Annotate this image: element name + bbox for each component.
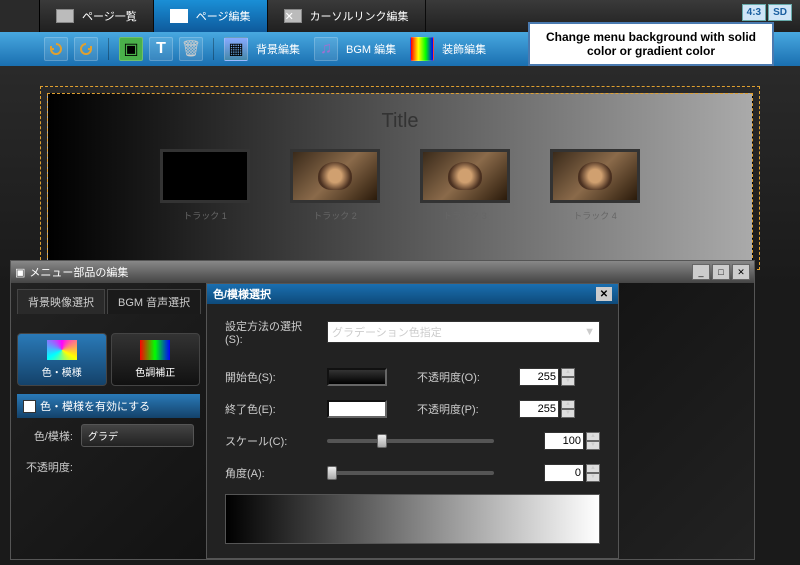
angle-down[interactable]: ▼: [586, 473, 600, 482]
cursor-link-icon: ✕: [284, 9, 302, 23]
safe-frame-outer: Title トラック 1 トラック 2 トラック 3 トラック 4: [40, 86, 760, 270]
subdialog-titlebar[interactable]: 色/模様選択 ✕: [207, 284, 618, 304]
bg-video-tab[interactable]: 背景映像選択: [17, 289, 105, 314]
help-callout: Change menu background with solid color …: [528, 22, 774, 66]
dialog-title: メニュー部品の編集: [29, 264, 128, 280]
canvas-area: Title トラック 1 トラック 2 トラック 3 トラック 4: [0, 66, 800, 286]
pattern-label: 色/模様:: [23, 428, 73, 444]
aspect-ratio: 4:3: [742, 4, 766, 21]
track-thumb-3[interactable]: トラック 3: [420, 149, 510, 222]
track-thumb-2[interactable]: トラック 2: [290, 149, 380, 222]
scale-label: スケール(C):: [225, 433, 317, 449]
start-color-swatch[interactable]: [327, 368, 387, 386]
pattern-value-button[interactable]: グラデ: [81, 424, 194, 447]
color-swatch-icon: [47, 340, 77, 360]
bg-edit-button[interactable]: 背景編集: [256, 41, 300, 57]
track-thumb-4[interactable]: トラック 4: [550, 149, 640, 222]
angle-up[interactable]: ▲: [586, 464, 600, 473]
text-button[interactable]: T: [149, 37, 173, 61]
image-button[interactable]: ▣: [119, 37, 143, 61]
subdialog-close-button[interactable]: ✕: [596, 287, 612, 301]
track-thumb-1[interactable]: トラック 1: [160, 149, 250, 222]
method-select[interactable]: グラデーション色指定 ▼: [327, 321, 600, 343]
color-pattern-subdialog: 色/模様選択 ✕ 設定方法の選択(S): グラデーション色指定 ▼ 開始色(S)…: [206, 283, 619, 559]
tone-bars-icon: [140, 340, 170, 360]
minimize-button[interactable]: _: [692, 264, 710, 280]
menu-canvas[interactable]: Title トラック 1 トラック 2 トラック 3 トラック 4: [47, 93, 753, 263]
deco-edit-button[interactable]: 装飾編集: [442, 41, 486, 57]
thumbnail-row: トラック 1 トラック 2 トラック 3 トラック 4: [68, 149, 732, 222]
undo-button[interactable]: [44, 37, 68, 61]
opacity2-input[interactable]: [519, 400, 559, 418]
menu-parts-dialog: ▣ メニュー部品の編集 _ □ ✕ 背景映像選択 BGM 音声選択 色・模様 色調…: [10, 260, 755, 560]
app-icon: ▣: [15, 266, 25, 279]
enable-checkbox[interactable]: ✔: [23, 400, 36, 413]
angle-label: 角度(A):: [225, 465, 317, 481]
bgm-icon: ♫: [314, 37, 338, 61]
maximize-button[interactable]: □: [712, 264, 730, 280]
opacity2-down[interactable]: ▼: [561, 409, 575, 418]
color-pattern-mode[interactable]: 色・模様: [17, 333, 107, 386]
bg-edit-icon: ▦: [224, 37, 248, 61]
deco-icon: [410, 37, 434, 61]
dialog-left-panel: 色・模様 色調補正 ✔ 色・模様を有効にする 色/模様: グラデ 不透明度:: [11, 303, 206, 559]
tab-page-list[interactable]: ページ一覧: [40, 0, 154, 32]
enable-pattern-row[interactable]: ✔ 色・模様を有効にする: [17, 394, 200, 418]
opacity1-down[interactable]: ▼: [561, 377, 575, 386]
angle-slider[interactable]: [327, 471, 494, 475]
gradient-preview: [225, 494, 600, 544]
menu-title-text[interactable]: Title: [68, 110, 732, 133]
scale-input[interactable]: [544, 432, 584, 450]
tab-page-edit[interactable]: ページ編集: [154, 0, 268, 32]
opacity1-label: 不透明度(O):: [417, 369, 509, 385]
definition-badge: SD: [768, 4, 792, 21]
angle-input[interactable]: [544, 464, 584, 482]
end-color-label: 終了色(E):: [225, 401, 317, 417]
method-label: 設定方法の選択(S):: [225, 318, 317, 346]
opacity2-label: 不透明度(P):: [417, 401, 509, 417]
redo-button[interactable]: [74, 37, 98, 61]
left-tool-stub: [0, 0, 40, 32]
close-button[interactable]: ✕: [732, 264, 750, 280]
aspect-indicator: 4:3 SD: [742, 4, 792, 21]
chevron-down-icon: ▼: [584, 326, 595, 338]
tab-label: ページ編集: [196, 8, 251, 24]
tab-label: カーソルリンク編集: [310, 8, 409, 24]
opacity-label: 不透明度:: [23, 459, 73, 475]
page-list-icon: [56, 9, 74, 23]
tab-cursor-link[interactable]: ✕ カーソルリンク編集: [268, 0, 426, 32]
delete-button[interactable]: 🗑: [179, 37, 203, 61]
scale-slider[interactable]: [327, 439, 494, 443]
start-color-label: 開始色(S):: [225, 369, 317, 385]
tab-label: ページ一覧: [82, 8, 137, 24]
end-color-swatch[interactable]: [327, 400, 387, 418]
opacity1-up[interactable]: ▲: [561, 368, 575, 377]
page-edit-icon: [170, 9, 188, 23]
tone-correction-mode[interactable]: 色調補正: [111, 333, 201, 386]
dialog-titlebar[interactable]: ▣ メニュー部品の編集 _ □ ✕: [11, 261, 754, 283]
opacity2-up[interactable]: ▲: [561, 400, 575, 409]
opacity1-input[interactable]: [519, 368, 559, 386]
bgm-audio-tab[interactable]: BGM 音声選択: [107, 289, 201, 314]
bgm-edit-button[interactable]: BGM 編集: [346, 41, 396, 57]
scale-up[interactable]: ▲: [586, 432, 600, 441]
scale-down[interactable]: ▼: [586, 441, 600, 450]
